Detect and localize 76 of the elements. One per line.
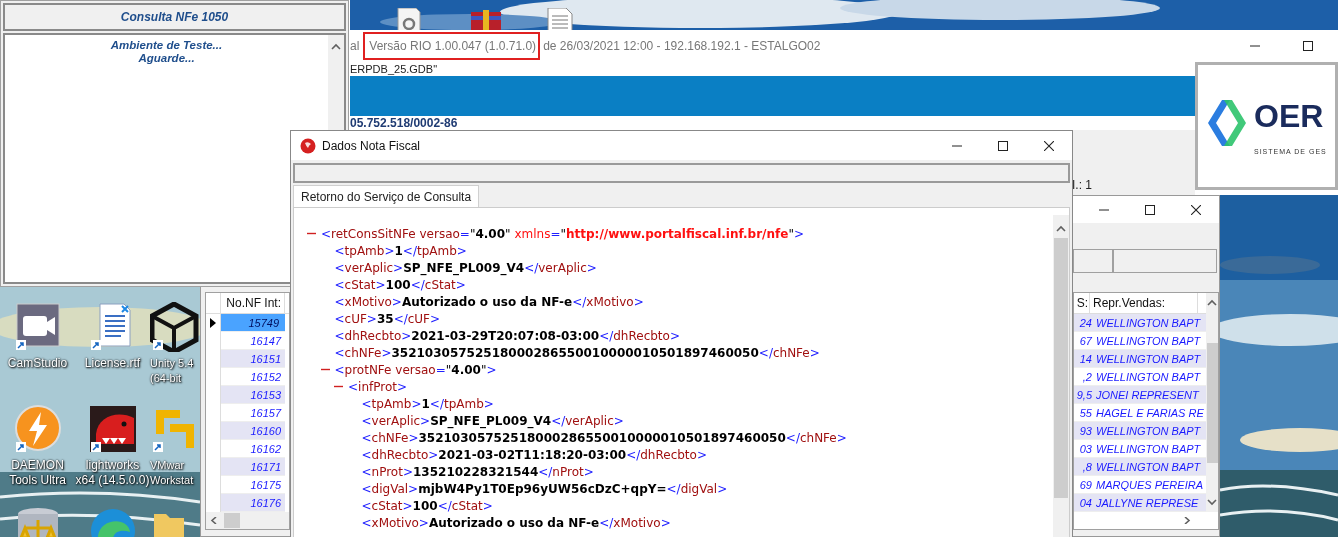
scroll-up-icon[interactable] bbox=[1056, 225, 1066, 232]
close-icon bbox=[1191, 205, 1201, 215]
version-label: Versão RIO 1.00.047 (1.0.71.0) bbox=[363, 32, 541, 60]
scroll-up-icon[interactable] bbox=[1207, 299, 1217, 306]
shark-icon[interactable] bbox=[89, 406, 136, 452]
scroll-thumb[interactable] bbox=[1054, 238, 1068, 498]
field-label: I.: 1 bbox=[1072, 178, 1092, 192]
table-cell: WELLINGTON BAPT bbox=[1094, 458, 1206, 476]
xml-line: <dhRecbto>2021-03-29T20:07:08-03:00</dhRecbto> bbox=[334, 328, 680, 343]
table-cell: JALLYNE REPRESE bbox=[1094, 494, 1206, 512]
table-cell[interactable]: 16160 bbox=[221, 422, 285, 440]
table-cell: WELLINGTON BAPT bbox=[1094, 314, 1206, 332]
table-cell[interactable]: 16153 bbox=[221, 386, 285, 404]
scroll-thumb[interactable] bbox=[224, 513, 240, 528]
tab[interactable]: Retorno do Serviço de Consulta bbox=[293, 185, 480, 207]
company-id: 05.752.518/0002-86 bbox=[350, 116, 458, 130]
table-cell: JONEI REPRESENT bbox=[1094, 386, 1206, 404]
table-cell: 93 bbox=[1074, 422, 1094, 440]
status-message: Aguarde... bbox=[138, 52, 195, 65]
xml-line: <infProt> bbox=[348, 379, 408, 394]
row-pointer-icon bbox=[210, 318, 216, 328]
table-cell: 04 bbox=[1074, 494, 1094, 512]
table-cell[interactable]: 16171 bbox=[221, 458, 285, 476]
maximize-icon bbox=[1303, 41, 1313, 51]
app-icon bbox=[300, 137, 316, 154]
xml-line: <tpAmb>1</tpAmb> bbox=[361, 396, 494, 411]
window-title: de 26/03/2021 12:00 - 192.168.192.1 - ESTALGO02 bbox=[543, 39, 821, 53]
table-cell: WELLINGTON BAPT bbox=[1094, 422, 1206, 440]
swirl-icon[interactable] bbox=[90, 509, 135, 537]
xml-line: <nProt>135210228321544</nProt> bbox=[361, 464, 594, 479]
maximize-icon bbox=[1145, 205, 1155, 215]
scroll-down-icon[interactable] bbox=[1207, 499, 1217, 506]
camera-icon[interactable] bbox=[15, 303, 59, 350]
database-scales-icon[interactable] bbox=[17, 508, 58, 537]
column-header[interactable]: S: bbox=[1074, 293, 1090, 313]
close-icon bbox=[1044, 140, 1054, 151]
table-cell: ,8 bbox=[1074, 458, 1094, 476]
xml-line: <protNFe versao="4.00"> bbox=[334, 362, 497, 377]
xml-line: <digVal>mjbW4Py1T0Ep96yUW56cDzC+qpY=</digVal> bbox=[361, 481, 728, 496]
table-cell[interactable]: 15749 bbox=[221, 314, 285, 332]
table-cell[interactable]: 16151 bbox=[221, 350, 285, 368]
xml-line: <cStat>100</cStat> bbox=[361, 498, 493, 513]
scroll-thumb[interactable] bbox=[1206, 342, 1218, 463]
table-cell[interactable]: 16176 bbox=[221, 494, 285, 512]
icon-label[interactable]: VMwar Workstat bbox=[150, 458, 194, 488]
xml-line: <xMotivo>Autorizado o uso da NF-e</xMotivo> bbox=[361, 515, 671, 530]
scroll-right-icon[interactable] bbox=[1182, 517, 1192, 524]
icon-label[interactable]: lightworks x64 (14.5.0.0) bbox=[75, 458, 150, 488]
window-title: Dados Nota Fiscal bbox=[322, 138, 421, 153]
xml-line: <verAplic>SP_NFE_PL009_V4</verAplic> bbox=[334, 260, 597, 275]
xml-line: <chNFe>35210305752518000286550010000010501897460050</chNFe> bbox=[334, 345, 820, 360]
status-message: Ambiente de Teste... bbox=[110, 39, 223, 52]
xml-line: <retConsSitNFe versao="4.00" xmlns="http://www.portalfiscal.inf.br/nfe"> bbox=[321, 226, 804, 241]
xml-line: <dhRecbto>2021-03-02T11:18:20-03:00</dhRecbto> bbox=[361, 447, 707, 462]
column-header[interactable]: Repr.Vendas: bbox=[1090, 293, 1198, 313]
cube-icon[interactable] bbox=[150, 302, 199, 352]
column-header[interactable]: No.NF Int: bbox=[221, 293, 285, 313]
database-path: ERPDB_25.GDB" bbox=[350, 62, 439, 76]
xml-line: <tpAmb>1</tpAmb> bbox=[334, 243, 467, 258]
table-cell: 24 bbox=[1074, 314, 1094, 332]
xml-line: <xMotivo>Autorizado o uso da NF-e</xMotivo> bbox=[334, 294, 644, 309]
icon-label[interactable]: DAEMON Tools Ultra bbox=[9, 458, 66, 488]
xml-line: <cStat>100</cStat> bbox=[334, 277, 466, 292]
panel-title: Consulta NFe 1050 bbox=[3, 3, 346, 31]
window-title: al bbox=[350, 39, 360, 53]
scroll-up-icon[interactable] bbox=[331, 43, 341, 50]
xml-line: <cUF>35</cUF> bbox=[334, 311, 441, 326]
table-cell: WELLINGTON BAPT bbox=[1094, 350, 1206, 368]
document-icon[interactable] bbox=[90, 303, 130, 350]
xml-line: <chNFe>35210305752518000286550010000010501897460050</chNFe> bbox=[361, 430, 847, 445]
logo-text: OER bbox=[1254, 97, 1325, 136]
table-cell: 14 bbox=[1074, 350, 1094, 368]
table-cell: 9,5 bbox=[1074, 386, 1094, 404]
folder-icon[interactable] bbox=[154, 514, 184, 537]
xml-line: <verAplic>SP_NFE_PL009_V4</verAplic> bbox=[361, 413, 624, 428]
maximize-icon bbox=[998, 140, 1008, 151]
